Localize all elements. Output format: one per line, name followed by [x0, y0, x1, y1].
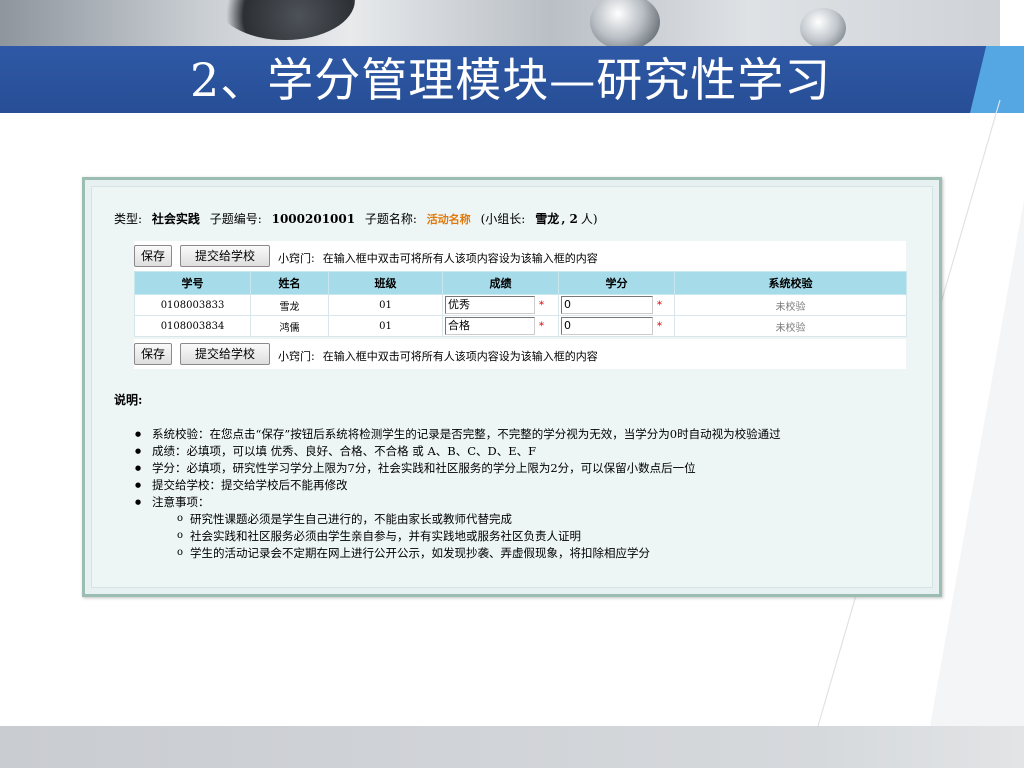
leader-value: 雪龙: [535, 212, 560, 226]
student-name: 雪龙: [250, 294, 329, 316]
credit-cell: 0 *: [558, 294, 675, 316]
topic-info: 类型: 社会实践 子题编号: 1000201001 子题名称: 活动名称 (小组…: [114, 210, 604, 228]
column-header: 系统校验: [674, 271, 907, 295]
form-container: 类型: 社会实践 子题编号: 1000201001 子题名称: 活动名称 (小组…: [91, 186, 933, 588]
type-label: 类型:: [114, 212, 143, 226]
save-button[interactable]: 保存: [134, 343, 173, 365]
list-item: 系统校验：在您点击“保存”按钮后系统将检测学生的记录是否完整，不完整的学分视为无…: [114, 426, 934, 443]
required-mark: *: [657, 299, 662, 311]
table-header: 学号 姓名 班级 成绩 学分 系统校验: [134, 271, 907, 295]
check-status: 未校验: [674, 315, 907, 337]
topic-name-value: 活动名称: [426, 213, 471, 226]
required-mark: *: [539, 299, 544, 311]
submit-to-school-button[interactable]: 提交给学校: [180, 245, 271, 267]
footer-band: [0, 726, 1024, 768]
credit-input[interactable]: 0: [561, 296, 653, 314]
column-header: 成绩: [442, 271, 559, 295]
table-row: 0108003833 雪龙 01 优秀 * 0 * 未校验: [134, 294, 907, 316]
student-grid: 保存 提交给学校 小窍门: 在输入框中双击可将所有人该项内容设为该输入框的内容 学…: [134, 241, 907, 369]
header-photo: [0, 0, 1000, 46]
member-count: , 2: [561, 212, 578, 226]
list-item: 提交给学校：提交给学校后不能再修改: [114, 477, 934, 494]
tip-content: 在输入框中双击可将所有人该项内容设为该输入框的内容: [322, 350, 598, 363]
grade-cell: 合格 *: [442, 315, 559, 337]
toolbar-bottom: 保存 提交给学校 小窍门: 在输入框中双击可将所有人该项内容设为该输入框的内容: [134, 339, 906, 369]
student-name: 鸿儒: [250, 315, 329, 337]
tip-text: 小窍门: 在输入框中双击可将所有人该项内容设为该输入框的内容: [278, 348, 598, 364]
grade-input[interactable]: 合格: [445, 317, 535, 335]
notes-list: 系统校验：在您点击“保存”按钮后系统将检测学生的记录是否完整，不完整的学分视为无…: [114, 426, 934, 562]
member-unit: 人): [580, 212, 598, 226]
topic-name-label: 子题名称:: [364, 212, 417, 226]
grade-cell: 优秀 *: [442, 294, 559, 316]
save-button[interactable]: 保存: [134, 245, 173, 267]
list-item: 成绩：必填项，可以填 优秀、良好、合格、不合格 或 A、B、C、D、E、F: [114, 443, 934, 460]
instructions: 说明: 系统校验：在您点击“保存”按钮后系统将检测学生的记录是否完整，不完整的学…: [114, 392, 934, 562]
topic-no-label: 子题编号:: [209, 212, 262, 226]
notes-heading: 说明:: [114, 393, 143, 407]
required-mark: *: [657, 320, 662, 332]
student-id: 0108003834: [134, 315, 251, 337]
grade-input[interactable]: 优秀: [445, 296, 535, 314]
required-mark: *: [539, 320, 544, 332]
student-class: 01: [328, 294, 443, 316]
check-status: 未校验: [674, 294, 907, 316]
student-class: 01: [328, 315, 443, 337]
topic-no-value: 1000201001: [271, 212, 356, 226]
tip-content: 在输入框中双击可将所有人该项内容设为该输入框的内容: [322, 252, 598, 265]
type-value: 社会实践: [151, 212, 200, 226]
column-header: 班级: [328, 271, 443, 295]
table-row: 0108003834 鸿儒 01 合格 * 0 * 未校验: [134, 315, 907, 337]
sub-list-item: 社会实践和社区服务必须由学生亲自参与，并有实践地或服务社区负责人证明: [114, 527, 934, 545]
leader-label: (小组长:: [480, 212, 526, 226]
tip-label: 小窍门:: [278, 252, 315, 265]
sub-list-item: 研究性课题必须是学生自己进行的，不能由家长或教师代替完成: [114, 510, 934, 528]
column-header: 学号: [134, 271, 251, 295]
student-id: 0108003833: [134, 294, 251, 316]
list-item: 注意事项：: [114, 494, 934, 511]
credit-input[interactable]: 0: [561, 317, 653, 335]
list-item: 学分：必填项，研究性学习学分上限为7分，社会实践和社区服务的学分上限为2分，可以…: [114, 460, 934, 477]
student-table: 学号 姓名 班级 成绩 学分 系统校验 0108003833 雪龙 01 优秀 …: [134, 271, 907, 337]
submit-to-school-button[interactable]: 提交给学校: [180, 343, 271, 365]
tip-text: 小窍门: 在输入框中双击可将所有人该项内容设为该输入框的内容: [278, 250, 598, 266]
tip-label: 小窍门:: [278, 350, 315, 363]
column-header: 学分: [558, 271, 675, 295]
column-header: 姓名: [250, 271, 329, 295]
sub-list-item: 学生的活动记录会不定期在网上进行公开公示，如发现抄袭、弄虚假现象，将扣除相应学分: [114, 544, 934, 562]
screenshot-panel: 类型: 社会实践 子题编号: 1000201001 子题名称: 活动名称 (小组…: [82, 177, 942, 597]
credit-cell: 0 *: [558, 315, 675, 337]
page-title: 2、学分管理模块—研究性学习: [190, 53, 832, 107]
toolbar-top: 保存 提交给学校 小窍门: 在输入框中双击可将所有人该项内容设为该输入框的内容: [134, 241, 906, 271]
